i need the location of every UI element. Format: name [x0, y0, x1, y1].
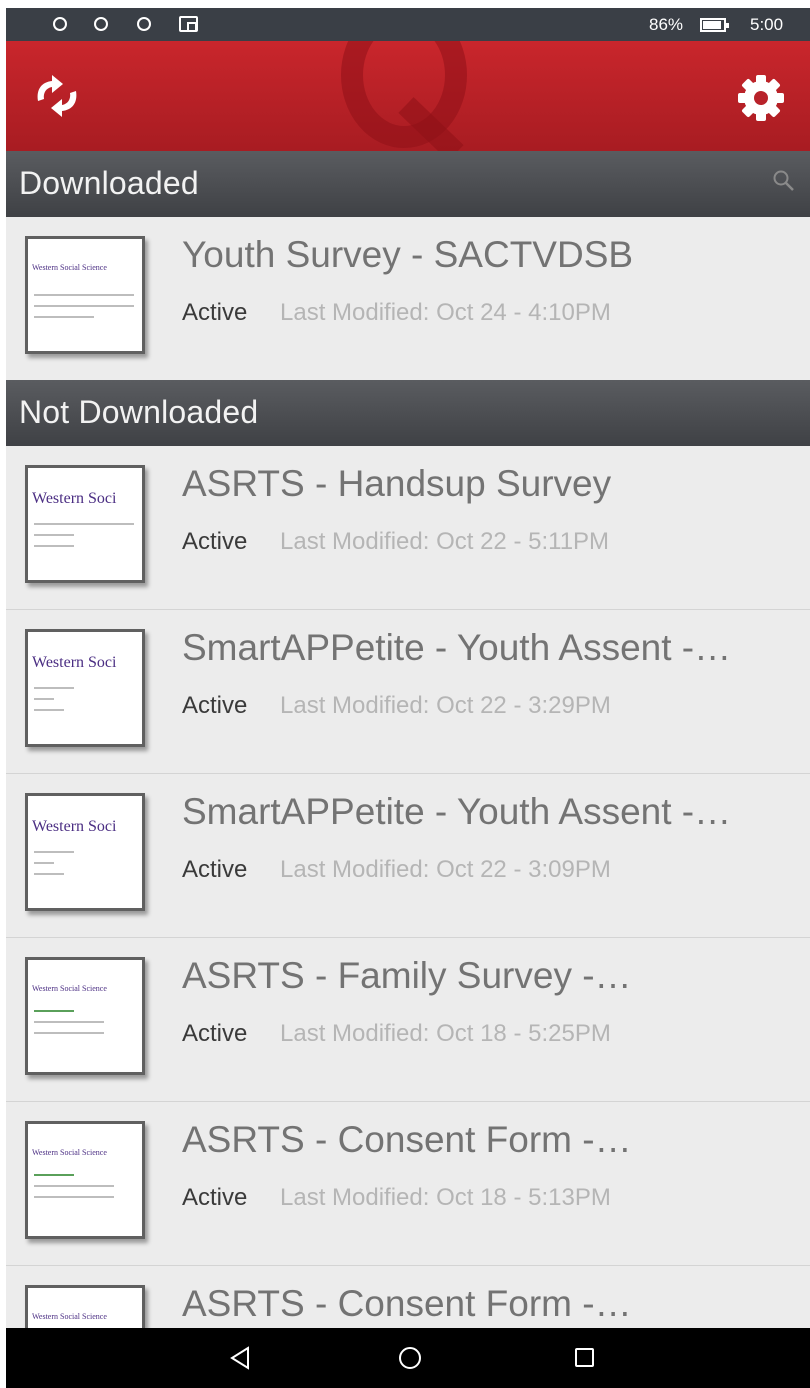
notification-circle-icon	[53, 17, 67, 31]
gear-icon[interactable]	[736, 73, 786, 123]
thumbnail-brand: Western Social Science	[32, 1148, 107, 1157]
list-item[interactable]: Western Soci SmartAPPetite - Youth Assen…	[6, 610, 810, 774]
section-title: Not Downloaded	[19, 394, 259, 430]
last-modified: Last Modified: Oct 22 - 5:11PM	[280, 528, 610, 555]
thumbnail-brand: Western Soci	[32, 818, 117, 835]
survey-title: ASRTS - Family Survey -…	[182, 955, 632, 996]
survey-title: ASRTS - Handsup Survey	[182, 463, 612, 504]
status-label: Active	[182, 1020, 248, 1047]
list-item[interactable]: Western Social Science ASRTS - Family Su…	[6, 938, 810, 1102]
list-item[interactable]: Western Soci ASRTS - Handsup Survey Acti…	[6, 446, 810, 610]
back-triangle-icon[interactable]	[228, 1345, 252, 1371]
thumbnail-brand: Western Social Science	[32, 1312, 107, 1321]
status-label: Active	[182, 856, 248, 883]
survey-thumbnail: Western Social Science	[25, 236, 145, 354]
list-item[interactable]: Western Social Science Youth Survey - SA…	[6, 217, 810, 381]
device-icon	[179, 16, 198, 32]
battery-icon	[700, 18, 729, 32]
last-modified: Last Modified: Oct 22 - 3:09PM	[280, 856, 611, 883]
status-label: Active	[182, 299, 248, 326]
last-modified: Last Modified: Oct 22 - 3:29PM	[280, 692, 611, 719]
status-label: Active	[182, 528, 248, 555]
clock: 5:00	[750, 15, 784, 34]
status-label: Active	[182, 1184, 248, 1211]
notification-circle-icon	[137, 17, 151, 31]
downloaded-section-header: Downloaded	[6, 151, 810, 217]
survey-title: SmartAPPetite - Youth Assent -…	[182, 627, 732, 668]
last-modified: Last Modified: Oct 18 - 5:13PM	[280, 1184, 611, 1211]
last-modified: Last Modified: Oct 24 - 4:10PM	[280, 299, 611, 326]
app-screen: 86% 5:00 Downloaded Western Social Scien…	[6, 8, 810, 1388]
survey-title: ASRTS - Consent Form -…	[182, 1119, 632, 1160]
thumbnail-brand: Western Social Science	[32, 263, 107, 272]
thumbnail-brand: Western Social Science	[32, 984, 107, 993]
survey-title: SmartAPPetite - Youth Assent -…	[182, 791, 732, 832]
notification-circle-icon	[94, 17, 108, 31]
status-bar: 86% 5:00	[6, 8, 810, 41]
survey-thumbnail: Western Social Science	[25, 957, 145, 1075]
survey-thumbnail: Western Soci	[25, 629, 145, 747]
last-modified: Last Modified: Oct 18 - 5:25PM	[280, 1020, 611, 1047]
not-downloaded-section-header: Not Downloaded	[6, 380, 810, 446]
home-circle-icon[interactable]	[399, 1347, 421, 1369]
thumbnail-brand: Western Soci	[32, 490, 117, 507]
sync-arrows-icon[interactable]	[32, 71, 82, 121]
status-label: Active	[182, 692, 248, 719]
recent-square-icon[interactable]	[575, 1348, 594, 1367]
thumbnail-brand: Western Soci	[32, 654, 117, 671]
battery-percentage: 86%	[649, 15, 684, 34]
app-header	[6, 41, 810, 151]
search-icon[interactable]	[772, 169, 796, 193]
list-item[interactable]: Western Soci SmartAPPetite - Youth Assen…	[6, 774, 810, 938]
navigation-bar	[6, 1328, 810, 1388]
survey-thumbnail: Western Social Science	[25, 1121, 145, 1239]
survey-thumbnail: Western Soci	[25, 465, 145, 583]
survey-title: ASRTS - Consent Form -…	[182, 1283, 632, 1324]
q-logo-icon	[341, 41, 467, 151]
survey-title: Youth Survey - SACTVDSB	[182, 234, 634, 275]
list-item[interactable]: Western Social Science ASRTS - Consent F…	[6, 1102, 810, 1266]
section-title: Downloaded	[19, 165, 199, 201]
survey-thumbnail: Western Soci	[25, 793, 145, 911]
